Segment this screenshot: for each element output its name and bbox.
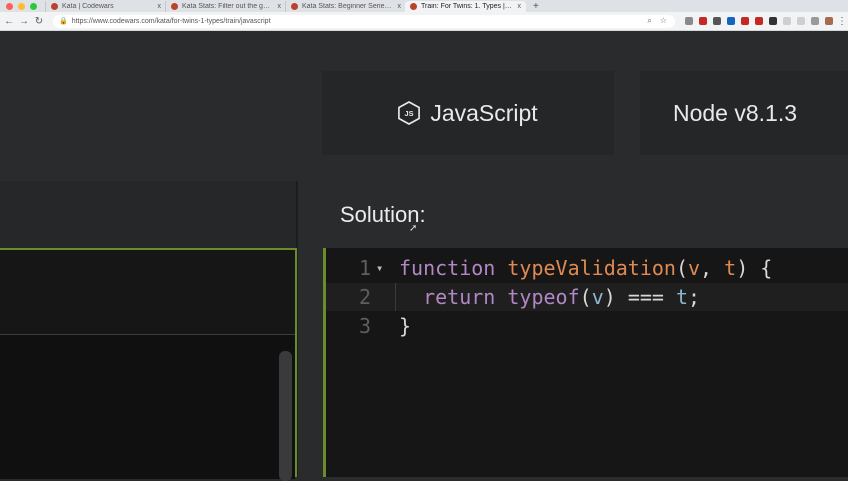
browser-tab[interactable]: Train: For Twins: 1. Types | Co x (405, 1, 526, 12)
tab-title: Kata | Codewars (62, 3, 114, 10)
code-text: function typeValidation(v, t) { (399, 254, 772, 282)
codewars-favicon-icon (410, 3, 417, 10)
indent-guide (395, 283, 396, 311)
code-token: ( (675, 256, 688, 280)
close-window-button[interactable] (6, 2, 13, 10)
code-text: } (399, 312, 411, 340)
svg-text:JS: JS (405, 109, 414, 118)
lock-icon: 🔒 (59, 18, 68, 25)
left-panel-lower (0, 335, 295, 479)
fold-arrow-icon[interactable]: ▾ (376, 254, 383, 282)
extension-icon[interactable] (699, 17, 707, 25)
extension-icon[interactable] (741, 17, 749, 25)
extension-icon[interactable] (783, 17, 791, 25)
left-panel-editor (0, 248, 297, 481)
extension-icon[interactable] (797, 17, 805, 25)
language-selector[interactable]: JS JavaScript (322, 71, 614, 155)
extension-icons (685, 17, 833, 25)
forward-button[interactable]: → (18, 16, 30, 27)
version-name: Node v8.1.3 (672, 99, 798, 126)
instructions-header (0, 181, 296, 249)
code-token: v (591, 285, 604, 309)
solution-code-editor[interactable]: 1 ▾ function typeValidation(v, t) {2 retur… (323, 248, 848, 477)
tab-close-icon[interactable]: x (398, 3, 402, 10)
zoom-icon[interactable]: ⌕ (647, 16, 651, 26)
browser-menu-icon[interactable]: ⋮ (836, 16, 848, 27)
browser-tab[interactable]: Kata | Codewars x (45, 1, 166, 12)
bookmark-star-icon[interactable]: ☆ (660, 16, 667, 26)
code-token: t (675, 285, 689, 309)
language-name: JavaScript (430, 99, 538, 126)
codewars-favicon-icon (171, 3, 178, 10)
tab-list: Kata | Codewars x Kata Stats: Filter out t… (45, 1, 526, 12)
tab-title: Kata Stats: Beginner Series #2 (302, 3, 394, 10)
code-text: return typeof(v) === t; (399, 283, 700, 311)
version-selector[interactable]: Node v8.1.3 (640, 71, 848, 155)
code-token: , (700, 256, 725, 280)
code-token: ) === (603, 285, 676, 309)
left-panel-scrollbar[interactable] (279, 351, 292, 481)
new-tab-button[interactable]: + (525, 1, 539, 12)
code-token: return (423, 285, 496, 309)
extension-icon[interactable] (685, 17, 693, 25)
extension-icon[interactable] (755, 17, 763, 25)
code-token: ) { (736, 256, 773, 280)
url-text: https://www.codewars.com/kata/for-twins-… (71, 17, 271, 25)
minimize-window-button[interactable] (18, 2, 25, 10)
code-token: typeof (507, 285, 580, 309)
code-token: v (688, 256, 701, 280)
tab-close-icon[interactable]: x (158, 3, 162, 10)
code-line[interactable]: 1 ▾ function typeValidation(v, t) { (326, 254, 848, 282)
nodejs-icon: JS (398, 101, 421, 125)
extension-icon[interactable] (825, 17, 833, 25)
line-number: 3 (358, 314, 371, 338)
line-number: 2 (358, 285, 371, 309)
code-token: ( (579, 285, 592, 309)
extension-icon[interactable] (769, 17, 777, 25)
address-bar[interactable]: 🔒 https://www.codewars.com/kata/for-twin… (53, 14, 675, 28)
tab-close-icon[interactable]: x (278, 3, 282, 10)
tab-title: Train: For Twins: 1. Types | Co (421, 3, 514, 10)
extension-icon[interactable] (713, 17, 721, 25)
browser-tab[interactable]: Kata Stats: Filter out the geese x (165, 1, 286, 12)
codewars-favicon-icon (291, 3, 298, 10)
code-token: function (399, 256, 496, 280)
window-controls (0, 0, 45, 12)
browser-toolbar: ← → ↻ 🔒 https://www.codewars.com/kata/fo… (0, 12, 848, 31)
extension-icon[interactable] (727, 17, 735, 25)
code-token: typeValidation (507, 256, 676, 280)
tab-close-icon[interactable]: x (518, 3, 522, 10)
browser-tab[interactable]: Kata Stats: Beginner Series #2 x (285, 1, 406, 12)
extension-icon[interactable] (811, 17, 819, 25)
code-line[interactable]: 3} (326, 312, 848, 340)
code-line[interactable]: 2 return typeof(v) === t; (326, 283, 848, 311)
code-token: } (399, 314, 412, 338)
code-token: ; (688, 285, 701, 309)
line-number: 1 (358, 256, 371, 280)
back-button[interactable]: ← (3, 16, 15, 27)
code-token: t (724, 256, 737, 280)
codewars-favicon-icon (51, 3, 58, 10)
codewars-trainer-page: JS JavaScript Node v8.1.3 Solution: ➚ 1 ▾… (0, 31, 848, 481)
mouse-pointer-icon: ➚ (409, 223, 418, 234)
reload-button[interactable]: ↻ (33, 16, 45, 27)
maximize-window-button[interactable] (30, 2, 37, 10)
tab-title: Kata Stats: Filter out the geese (182, 3, 274, 10)
browser-tab-bar: Kata | Codewars x Kata Stats: Filter out t… (0, 0, 848, 12)
